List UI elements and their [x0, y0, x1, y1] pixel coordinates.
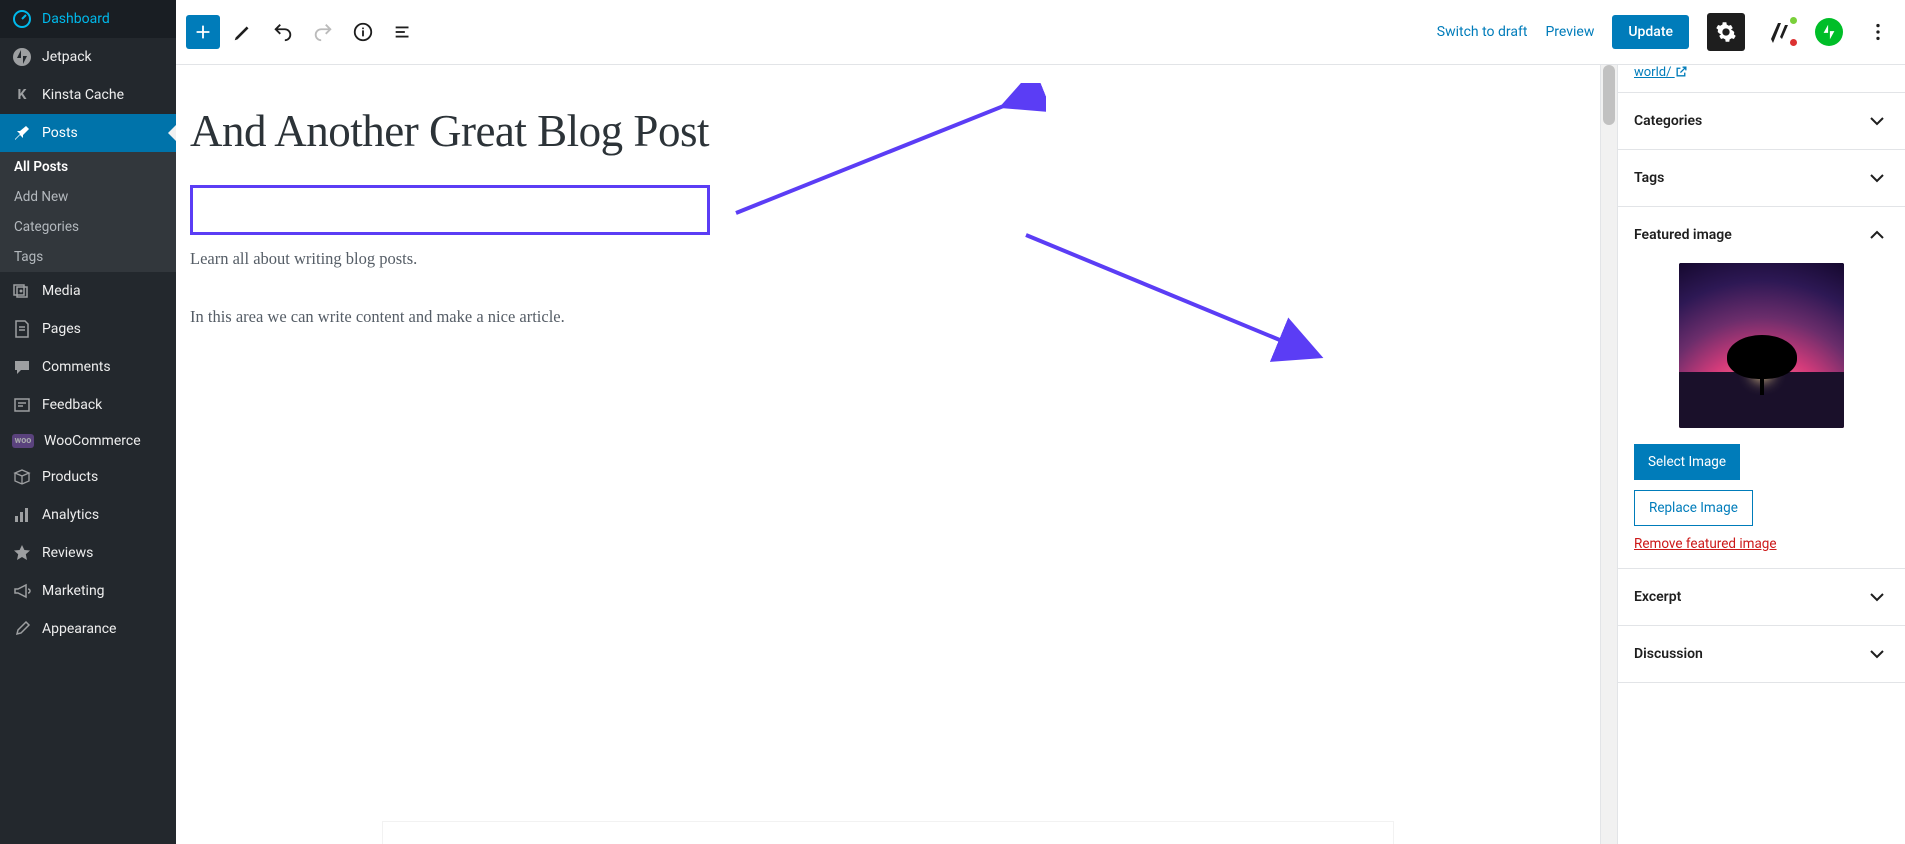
sidebar-item-feedback[interactable]: Feedback: [0, 386, 176, 424]
chevron-up-icon: [1865, 223, 1889, 247]
analytics-icon: [12, 505, 32, 525]
sidebar-item-products[interactable]: Products: [0, 458, 176, 496]
sidebar-item-media[interactable]: Media: [0, 272, 176, 310]
sidebar-item-woocommerce[interactable]: woo WooCommerce: [0, 424, 176, 458]
editor-footer-placeholder: [383, 822, 1393, 844]
switch-to-draft-link[interactable]: Switch to draft: [1437, 24, 1528, 40]
settings-panel: world/ Categories Tags Featured image: [1617, 65, 1905, 844]
feedback-icon: [12, 395, 32, 415]
dashboard-icon: [12, 9, 32, 29]
sidebar-sub-allposts[interactable]: All Posts: [0, 152, 176, 182]
comments-icon: [12, 357, 32, 377]
chevron-down-icon: [1865, 642, 1889, 666]
empty-block-highlight[interactable]: [190, 185, 710, 235]
sidebar-item-analytics[interactable]: Analytics: [0, 496, 176, 534]
remove-featured-image-link[interactable]: Remove featured image: [1634, 536, 1889, 552]
preview-link[interactable]: Preview: [1545, 24, 1594, 40]
chevron-down-icon: [1865, 585, 1889, 609]
sidebar-sub-categories[interactable]: Categories: [0, 212, 176, 242]
select-image-button[interactable]: Select Image: [1634, 444, 1740, 480]
outline-button[interactable]: [386, 15, 420, 49]
chevron-down-icon: [1865, 166, 1889, 190]
sidebar-label: WooCommerce: [44, 433, 141, 449]
sidebar-label: Comments: [42, 359, 111, 375]
sidebar-sub-tags[interactable]: Tags: [0, 242, 176, 272]
panel-discussion[interactable]: Discussion: [1618, 626, 1905, 682]
sidebar-item-pages[interactable]: Pages: [0, 310, 176, 348]
sidebar-label: Kinsta Cache: [42, 87, 124, 103]
yoast-button[interactable]: [1763, 15, 1797, 49]
add-block-button[interactable]: [186, 15, 220, 49]
panel-featured-image[interactable]: Featured image: [1618, 207, 1905, 263]
sidebar-label: Appearance: [42, 621, 116, 637]
sidebar-label: Pages: [42, 321, 81, 337]
redo-button[interactable]: [306, 15, 340, 49]
editor-topbar: Switch to draft Preview Update: [176, 0, 1905, 65]
sidebar-item-marketing[interactable]: Marketing: [0, 572, 176, 610]
undo-button[interactable]: [266, 15, 300, 49]
megaphone-icon: [12, 581, 32, 601]
block-editor-canvas[interactable]: And Another Great Blog Post Learn all ab…: [176, 65, 1600, 844]
sidebar-label: Jetpack: [42, 49, 92, 65]
more-options-button[interactable]: [1861, 15, 1895, 49]
sidebar-label: Posts: [42, 125, 78, 141]
sidebar-label: Media: [42, 283, 81, 299]
info-button[interactable]: [346, 15, 380, 49]
sidebar-item-dashboard[interactable]: Dashboard: [0, 0, 176, 38]
update-button[interactable]: Update: [1612, 15, 1689, 49]
jetpack-icon: [12, 47, 32, 67]
sidebar-item-comments[interactable]: Comments: [0, 348, 176, 386]
sidebar-label: Products: [42, 469, 98, 485]
edit-modes-button[interactable]: [226, 15, 260, 49]
post-title[interactable]: And Another Great Blog Post: [190, 105, 1246, 157]
post-body[interactable]: In this area we can write content and ma…: [190, 303, 1246, 331]
sidebar-item-kinsta[interactable]: K Kinsta Cache: [0, 76, 176, 114]
brush-icon: [12, 619, 32, 639]
editor-main: Switch to draft Preview Update And Anoth…: [176, 0, 1905, 844]
permalink-url[interactable]: world/: [1618, 65, 1905, 93]
sidebar-item-appearance[interactable]: Appearance: [0, 610, 176, 648]
sidebar-sub-addnew[interactable]: Add New: [0, 182, 176, 212]
editor-scrollbar[interactable]: [1600, 65, 1617, 844]
sidebar-label: Feedback: [42, 397, 102, 413]
media-icon: [12, 281, 32, 301]
star-icon: [12, 543, 32, 563]
featured-image-thumbnail[interactable]: [1679, 263, 1844, 428]
woo-icon: woo: [12, 434, 34, 448]
sidebar-label: Reviews: [42, 545, 93, 561]
pages-icon: [12, 319, 32, 339]
chevron-down-icon: [1865, 109, 1889, 133]
kinsta-icon: K: [12, 85, 32, 105]
sidebar-item-posts[interactable]: Posts: [0, 114, 176, 152]
jetpack-button[interactable]: [1815, 18, 1843, 46]
panel-tags[interactable]: Tags: [1618, 150, 1905, 206]
post-subtitle[interactable]: Learn all about writing blog posts.: [190, 245, 1246, 273]
sidebar-label: Analytics: [42, 507, 99, 523]
panel-excerpt[interactable]: Excerpt: [1618, 569, 1905, 625]
sidebar-item-jetpack[interactable]: Jetpack: [0, 38, 176, 76]
sidebar-item-reviews[interactable]: Reviews: [0, 534, 176, 572]
admin-sidebar: Dashboard Jetpack K Kinsta Cache Posts A…: [0, 0, 176, 844]
sidebar-label: Marketing: [42, 583, 105, 599]
panel-categories[interactable]: Categories: [1618, 93, 1905, 149]
products-icon: [12, 467, 32, 487]
settings-button[interactable]: [1707, 13, 1745, 51]
pin-icon: [12, 123, 32, 143]
sidebar-label: Dashboard: [42, 11, 110, 27]
sidebar-posts-submenu: All Posts Add New Categories Tags: [0, 152, 176, 272]
replace-image-button[interactable]: Replace Image: [1634, 490, 1753, 526]
